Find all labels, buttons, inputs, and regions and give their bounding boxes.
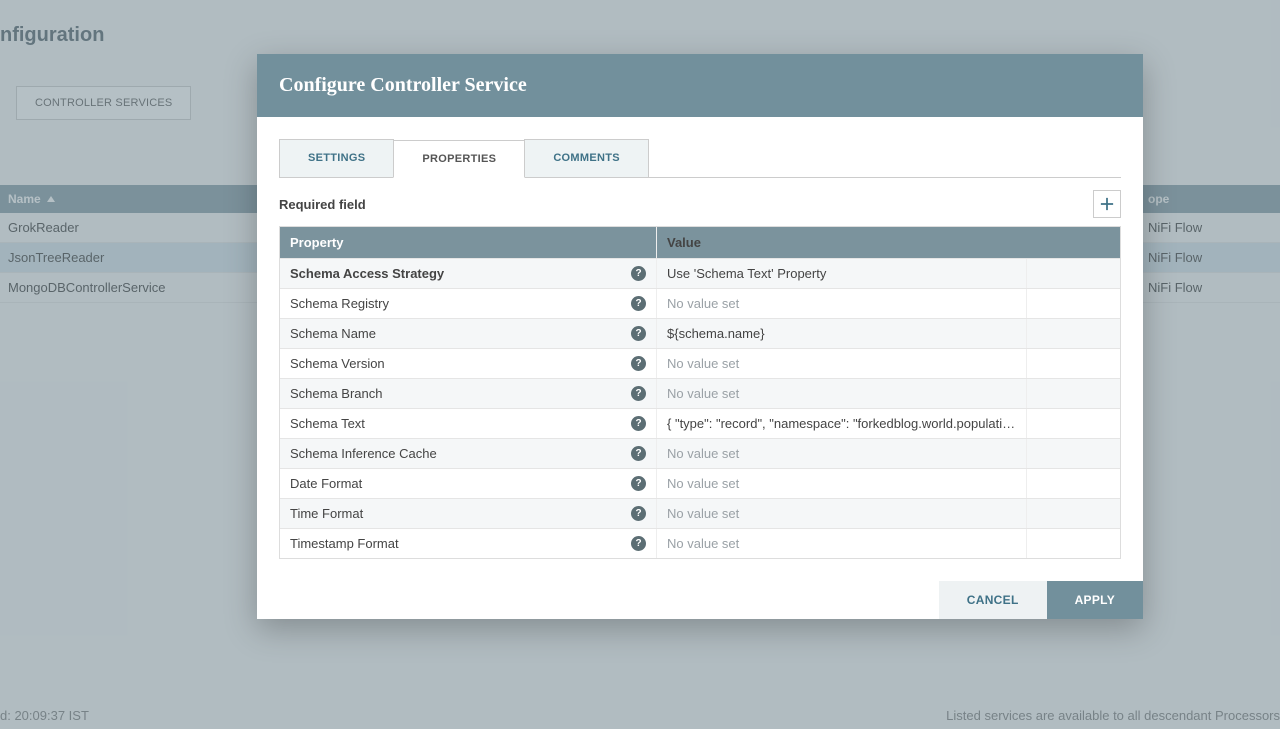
- header-value: Value: [656, 227, 1120, 258]
- property-name: Date Format: [290, 476, 362, 491]
- tab-settings[interactable]: SETTINGS: [279, 139, 394, 177]
- property-value-cell[interactable]: No value set: [656, 289, 1026, 318]
- apply-button[interactable]: APPLY: [1047, 581, 1143, 619]
- property-name: Time Format: [290, 506, 363, 521]
- property-name-cell: Schema Version?: [280, 349, 656, 378]
- property-actions-cell: [1026, 529, 1120, 558]
- property-name: Schema Inference Cache: [290, 446, 437, 461]
- property-name: Schema Text: [290, 416, 365, 431]
- dialog-tabs: SETTINGS PROPERTIES COMMENTS: [279, 139, 1121, 178]
- property-actions-cell: [1026, 289, 1120, 318]
- property-value-cell[interactable]: Use 'Schema Text' Property: [656, 259, 1026, 288]
- property-actions-cell: [1026, 259, 1120, 288]
- property-name: Schema Access Strategy: [290, 266, 444, 281]
- property-name-cell: Time Format?: [280, 499, 656, 528]
- property-name-cell: Date Format?: [280, 469, 656, 498]
- plus-icon: [1100, 197, 1114, 211]
- dialog-footer: CANCEL APPLY: [257, 581, 1143, 619]
- help-icon[interactable]: ?: [631, 476, 646, 491]
- add-property-button[interactable]: [1093, 190, 1121, 218]
- property-row[interactable]: Schema Inference Cache?No value set: [280, 438, 1120, 468]
- property-actions-cell: [1026, 469, 1120, 498]
- property-value-cell[interactable]: No value set: [656, 499, 1026, 528]
- property-row[interactable]: Timestamp Format?No value set: [280, 528, 1120, 558]
- help-icon[interactable]: ?: [631, 386, 646, 401]
- cancel-button[interactable]: CANCEL: [939, 581, 1047, 619]
- property-row[interactable]: Schema Text?{ "type": "record", "namespa…: [280, 408, 1120, 438]
- help-icon[interactable]: ?: [631, 356, 646, 371]
- properties-table: Property Value Schema Access Strategy?Us…: [279, 226, 1121, 559]
- property-row[interactable]: Schema Version?No value set: [280, 348, 1120, 378]
- property-name-cell: Schema Text?: [280, 409, 656, 438]
- property-name-cell: Schema Inference Cache?: [280, 439, 656, 468]
- dialog-title: Configure Controller Service: [257, 54, 1143, 117]
- property-value-cell[interactable]: No value set: [656, 529, 1026, 558]
- property-name-cell: Schema Access Strategy?: [280, 259, 656, 288]
- property-value-cell[interactable]: { "type": "record", "namespace": "forked…: [656, 409, 1026, 438]
- configure-controller-service-dialog: Configure Controller Service SETTINGS PR…: [257, 54, 1143, 619]
- property-name: Timestamp Format: [290, 536, 399, 551]
- property-name-cell: Schema Name?: [280, 319, 656, 348]
- property-actions-cell: [1026, 379, 1120, 408]
- property-name: Schema Branch: [290, 386, 383, 401]
- help-icon[interactable]: ?: [631, 536, 646, 551]
- property-value-cell[interactable]: No value set: [656, 439, 1026, 468]
- property-value-cell[interactable]: ${schema.name}: [656, 319, 1026, 348]
- property-actions-cell: [1026, 319, 1120, 348]
- tab-comments[interactable]: COMMENTS: [524, 139, 649, 177]
- property-actions-cell: [1026, 499, 1120, 528]
- header-property: Property: [280, 227, 656, 258]
- help-icon[interactable]: ?: [631, 266, 646, 281]
- property-name-cell: Timestamp Format?: [280, 529, 656, 558]
- property-value-cell[interactable]: No value set: [656, 349, 1026, 378]
- property-name: Schema Name: [290, 326, 376, 341]
- help-icon[interactable]: ?: [631, 446, 646, 461]
- property-actions-cell: [1026, 439, 1120, 468]
- modal-overlay[interactable]: Configure Controller Service SETTINGS PR…: [0, 0, 1280, 729]
- property-value-cell[interactable]: No value set: [656, 379, 1026, 408]
- property-row[interactable]: Schema Access Strategy?Use 'Schema Text'…: [280, 258, 1120, 288]
- required-field-label: Required field: [279, 197, 366, 212]
- property-row[interactable]: Date Format?No value set: [280, 468, 1120, 498]
- property-row[interactable]: Time Format?No value set: [280, 498, 1120, 528]
- help-icon[interactable]: ?: [631, 506, 646, 521]
- property-row[interactable]: Schema Branch?No value set: [280, 378, 1120, 408]
- property-row[interactable]: Schema Name?${schema.name}: [280, 318, 1120, 348]
- tab-properties[interactable]: PROPERTIES: [393, 140, 525, 178]
- property-row[interactable]: Schema Registry?No value set: [280, 288, 1120, 318]
- property-name-cell: Schema Registry?: [280, 289, 656, 318]
- property-value-cell[interactable]: No value set: [656, 469, 1026, 498]
- property-name: Schema Version: [290, 356, 385, 371]
- help-icon[interactable]: ?: [631, 326, 646, 341]
- property-actions-cell: [1026, 349, 1120, 378]
- property-name-cell: Schema Branch?: [280, 379, 656, 408]
- property-name: Schema Registry: [290, 296, 389, 311]
- help-icon[interactable]: ?: [631, 296, 646, 311]
- help-icon[interactable]: ?: [631, 416, 646, 431]
- property-actions-cell: [1026, 409, 1120, 438]
